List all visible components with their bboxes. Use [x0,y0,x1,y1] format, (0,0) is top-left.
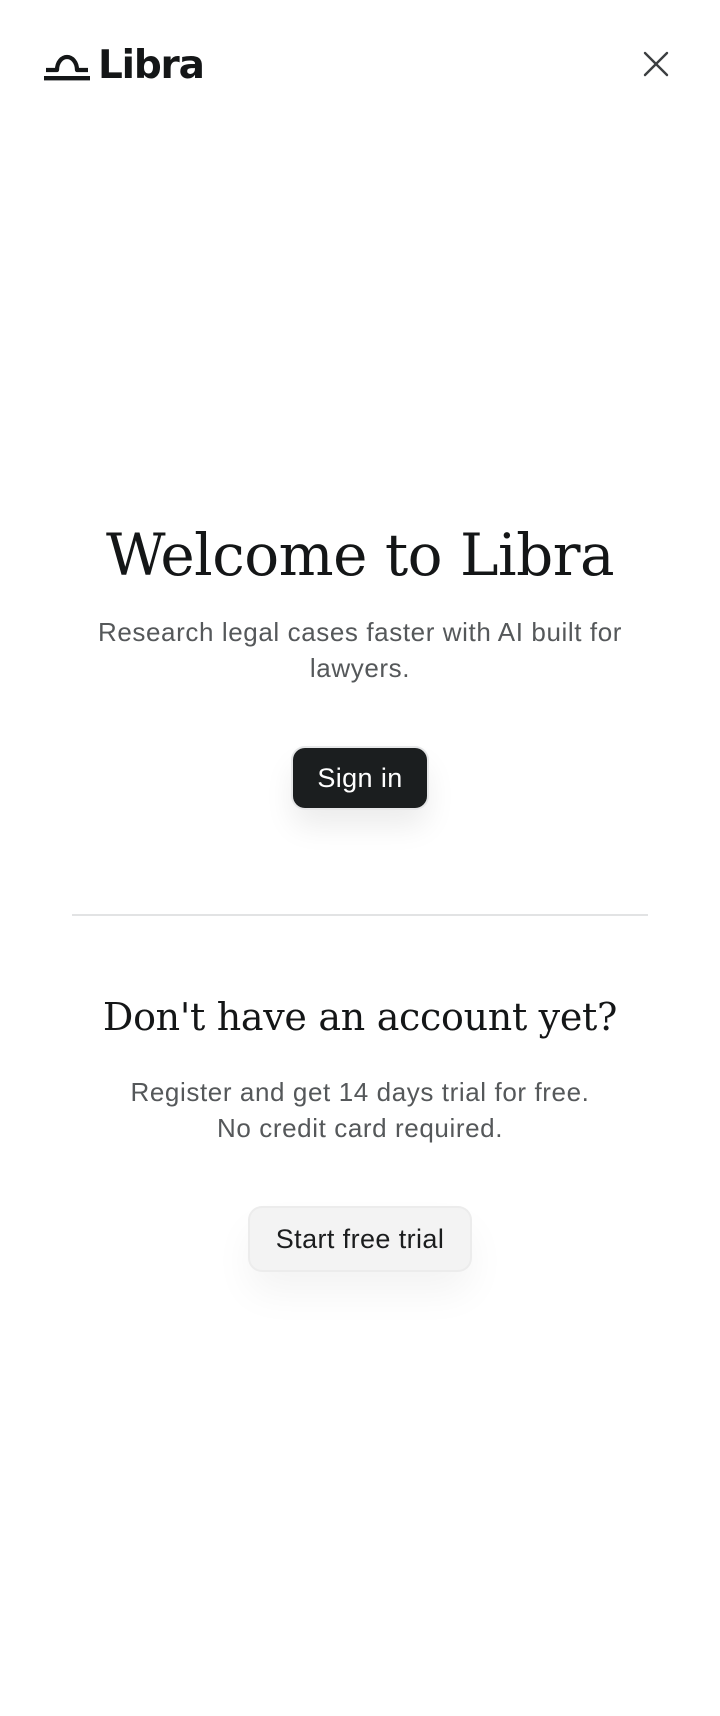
logo-text: Libra [98,43,205,88]
divider [72,914,648,916]
welcome-subtitle: Research legal cases faster with AI buil… [97,617,623,683]
sign-in-button[interactable]: Sign in [293,748,427,808]
page-title: Welcome to Libra [105,521,615,589]
close-icon [643,51,669,77]
libra-scale-icon [44,54,90,81]
register-heading: Don't have an account yet? [102,995,618,1039]
start-free-trial-button[interactable]: Start free trial [249,1208,471,1270]
register-line-2: No credit card required. [216,1113,504,1143]
trial-wrapper: Start free trial [0,1208,720,1270]
register-line-1: Register and get 14 days trial for free. [130,1077,590,1107]
welcome-section: Welcome to Libra Research legal cases fa… [0,520,720,808]
register-section: Don't have an account yet? Register and … [0,990,720,1270]
close-button[interactable] [636,44,676,84]
register-description: Register and get 14 days trial for free.… [80,1074,640,1146]
sign-in-wrapper: Sign in [0,748,720,808]
header: Libra [0,0,720,130]
logo[interactable]: Libra [44,43,205,88]
